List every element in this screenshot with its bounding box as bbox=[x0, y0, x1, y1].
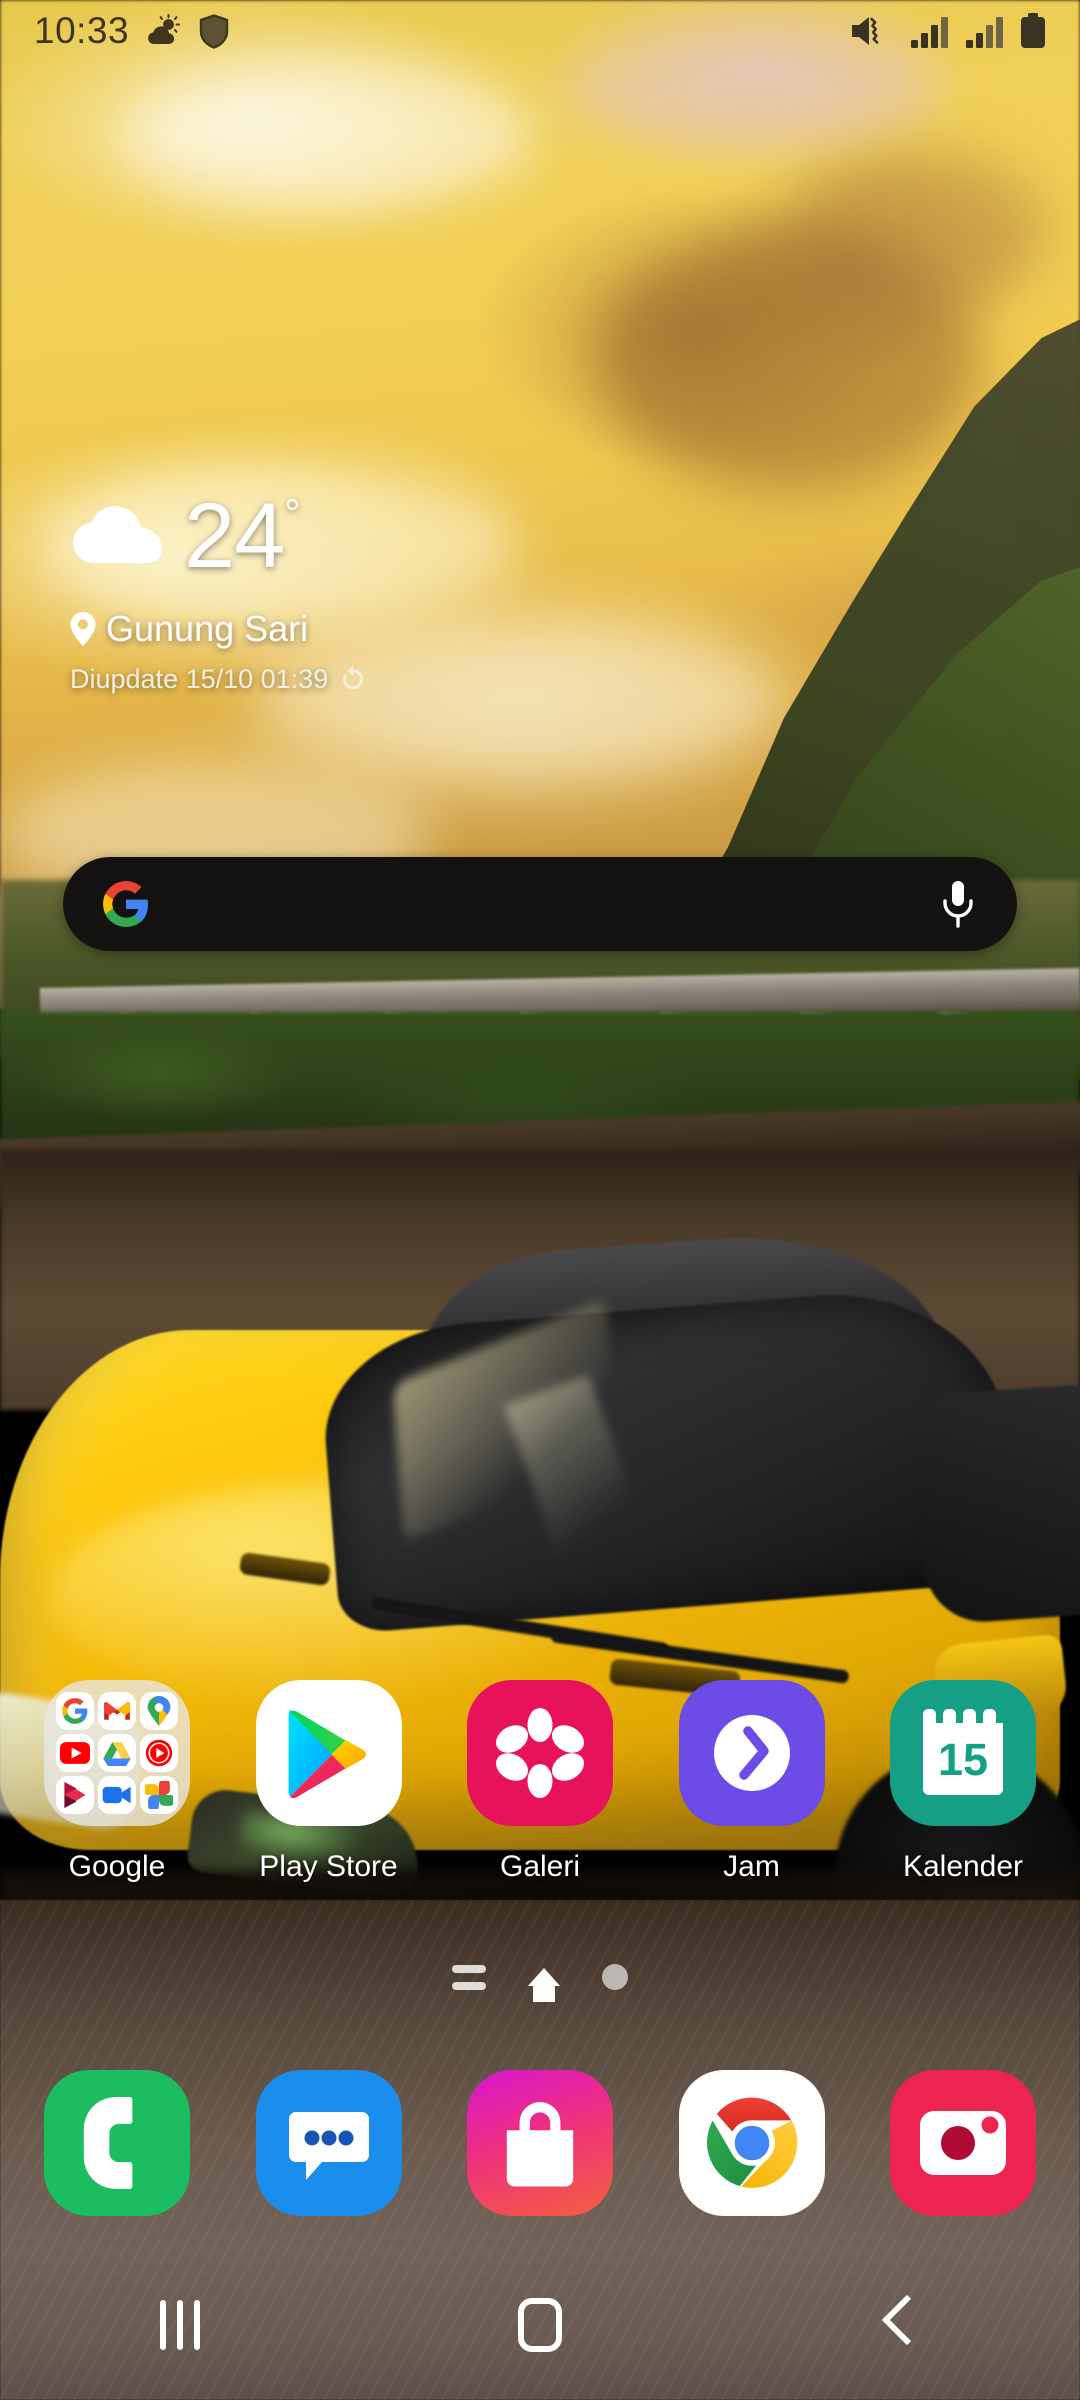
app-item-galeri[interactable]: Galeri bbox=[453, 1680, 627, 1884]
camera-icon[interactable] bbox=[890, 2070, 1036, 2216]
status-bar-right bbox=[849, 13, 1046, 49]
security-shield-icon bbox=[199, 13, 229, 49]
weather-partly-cloudy-icon bbox=[148, 14, 181, 44]
calendar-icon[interactable]: 15 bbox=[890, 1680, 1036, 1826]
page-indicator-samsung-free[interactable] bbox=[452, 1964, 486, 1990]
weather-temperature: 24° bbox=[184, 490, 300, 582]
car-side-window bbox=[912, 1384, 1080, 1626]
cloud-shape bbox=[790, 150, 1050, 310]
clock-icon[interactable] bbox=[678, 1680, 825, 1826]
nav-back-button[interactable] bbox=[790, 2250, 1010, 2400]
back-icon bbox=[885, 2300, 915, 2350]
app-item-play-store[interactable]: Play Store bbox=[242, 1680, 416, 1884]
weather-updated-text: Diupdate 15/10 01:39 bbox=[70, 664, 329, 694]
phone-icon[interactable] bbox=[44, 2070, 190, 2216]
play-store-icon[interactable] bbox=[255, 1680, 402, 1826]
calendar-day-number: 15 bbox=[938, 1734, 988, 1785]
youtube-icon bbox=[56, 1734, 94, 1772]
status-bar[interactable]: 10:33 bbox=[0, 0, 1080, 62]
temperature-value: 24 bbox=[184, 485, 285, 587]
dock-item-messages[interactable] bbox=[242, 2070, 416, 2216]
refresh-icon[interactable] bbox=[340, 666, 366, 693]
messages-icon[interactable] bbox=[255, 2070, 402, 2216]
google-icon bbox=[56, 1692, 94, 1730]
drive-icon bbox=[98, 1734, 136, 1772]
app-label: Play Store bbox=[259, 1850, 398, 1883]
navigation-bar bbox=[0, 2250, 1080, 2400]
page-indicator-bar bbox=[452, 1964, 486, 1973]
home-icon bbox=[518, 2298, 562, 2352]
google-search-bar[interactable] bbox=[63, 857, 1017, 951]
google-folder[interactable] bbox=[44, 1680, 190, 1826]
signal-sim1-icon bbox=[911, 17, 948, 48]
weather-location-row: Gunung Sari bbox=[70, 608, 366, 650]
weather-location-name: Gunung Sari bbox=[106, 608, 309, 649]
app-item-jam[interactable]: Jam bbox=[665, 1680, 839, 1884]
weather-widget[interactable]: 24° Gunung Sari Diupdate 15/10 01:39 bbox=[70, 490, 366, 695]
dock-item-camera[interactable] bbox=[876, 2070, 1050, 2216]
degree-symbol: ° bbox=[284, 492, 300, 536]
meet-icon bbox=[98, 1776, 136, 1814]
page-indicator-bar bbox=[452, 1981, 486, 1990]
gmail-icon bbox=[98, 1692, 136, 1730]
app-item-google-folder[interactable]: Google bbox=[30, 1680, 204, 1884]
app-item-kalender[interactable]: 15 Kalender bbox=[876, 1680, 1050, 1884]
youtube-music-icon bbox=[140, 1734, 178, 1772]
dock bbox=[0, 2070, 1080, 2216]
dock-item-chrome[interactable] bbox=[665, 2070, 839, 2216]
app-label: Jam bbox=[723, 1850, 780, 1883]
cloud-shape bbox=[120, 60, 540, 210]
page-indicator[interactable] bbox=[0, 1952, 1080, 2002]
microphone-icon[interactable] bbox=[941, 880, 975, 928]
app-label: Kalender bbox=[902, 1850, 1024, 1883]
gallery-flower-icon[interactable] bbox=[467, 1680, 613, 1826]
nav-recents-button[interactable] bbox=[70, 2250, 290, 2400]
status-bar-left: 10:33 bbox=[34, 10, 229, 52]
app-grid-row: Google Play Store Galeri Jam 15 Kalender bbox=[0, 1680, 1080, 1884]
nav-home-button[interactable] bbox=[430, 2250, 650, 2400]
mute-vibrate-icon bbox=[852, 17, 879, 45]
signal-sim2-icon bbox=[966, 17, 1003, 48]
weather-temperature-row: 24° bbox=[70, 490, 366, 582]
weather-updated-row: Diupdate 15/10 01:39 bbox=[70, 664, 366, 695]
home-screen: 10:33 24° Gunung Sari Diupdate 15/10 01:… bbox=[0, 0, 1080, 2400]
cloud-icon bbox=[73, 506, 162, 563]
location-pin-icon bbox=[70, 612, 96, 646]
recents-icon bbox=[160, 2300, 200, 2350]
maps-icon bbox=[140, 1692, 178, 1730]
play-movies-icon bbox=[56, 1776, 94, 1814]
page-indicator-dot[interactable] bbox=[602, 1964, 628, 1990]
app-label: Galeri bbox=[499, 1850, 581, 1883]
app-label: Google bbox=[68, 1850, 166, 1883]
status-bar-clock: 10:33 bbox=[34, 10, 130, 51]
battery-icon bbox=[1021, 13, 1045, 48]
google-g-icon[interactable] bbox=[101, 879, 151, 929]
photos-icon bbox=[140, 1776, 178, 1814]
galaxy-store-bag-icon[interactable] bbox=[467, 2070, 613, 2216]
dock-item-phone[interactable] bbox=[30, 2070, 204, 2216]
wallpaper bbox=[0, 0, 1080, 2400]
chrome-icon[interactable] bbox=[678, 2070, 825, 2216]
dock-item-galaxy-store[interactable] bbox=[453, 2070, 627, 2216]
page-indicator-home-active[interactable] bbox=[528, 1968, 560, 2002]
